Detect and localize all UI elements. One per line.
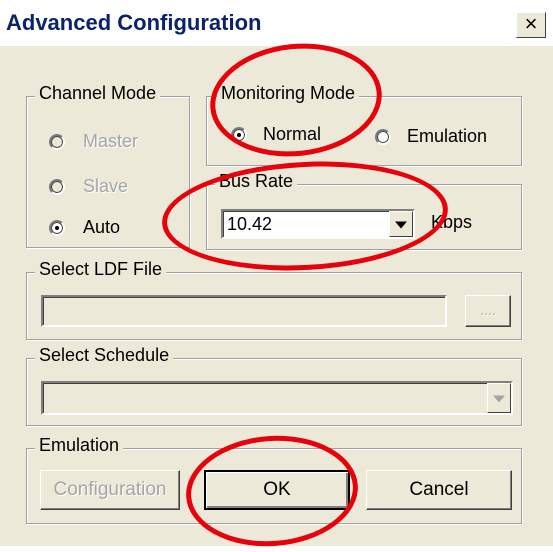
browse-ldf-label: .... <box>480 302 496 318</box>
radio-emulation[interactable]: Emulation <box>373 123 519 151</box>
radio-master[interactable]: Master <box>41 129 191 155</box>
radio-master-label: Master <box>83 131 139 151</box>
advanced-configuration-dialog: Advanced Configuration × Channel Mode Ma… <box>0 0 553 552</box>
emulation-legend: Emulation <box>35 435 124 456</box>
schedule-select[interactable] <box>41 381 513 415</box>
cancel-button-label: Cancel <box>409 479 469 500</box>
chevron-down-icon <box>493 395 505 403</box>
schedule-legend: Select Schedule <box>35 345 174 366</box>
schedule-dropdown-button[interactable] <box>487 383 511 413</box>
ldf-file-path-field[interactable] <box>41 295 447 327</box>
radio-slave-label: Slave <box>83 176 129 196</box>
title-bar: Advanced Configuration × <box>0 0 553 46</box>
browse-ldf-button[interactable]: .... <box>465 295 511 327</box>
close-icon: × <box>524 11 538 36</box>
close-button[interactable]: × <box>516 12 546 38</box>
schedule-group: Select Schedule <box>26 345 522 426</box>
configuration-button[interactable]: Configuration <box>40 470 180 510</box>
radio-slave[interactable]: Slave <box>41 174 191 200</box>
radio-auto-indicator <box>49 220 65 236</box>
cancel-button[interactable]: Cancel <box>366 470 512 510</box>
dialog-title: Advanced Configuration <box>6 10 262 35</box>
radio-slave-indicator <box>49 179 65 195</box>
channel-mode-legend: Channel Mode <box>35 83 161 104</box>
ldf-file-group: Select LDF File .... <box>26 259 522 340</box>
radio-emulation-label: Emulation <box>407 126 488 146</box>
radio-auto-label: Auto <box>83 217 121 237</box>
radio-master-indicator <box>49 134 65 150</box>
radio-emulation-indicator <box>375 129 391 145</box>
ldf-file-legend: Select LDF File <box>35 259 167 280</box>
configuration-button-label: Configuration <box>53 479 167 500</box>
